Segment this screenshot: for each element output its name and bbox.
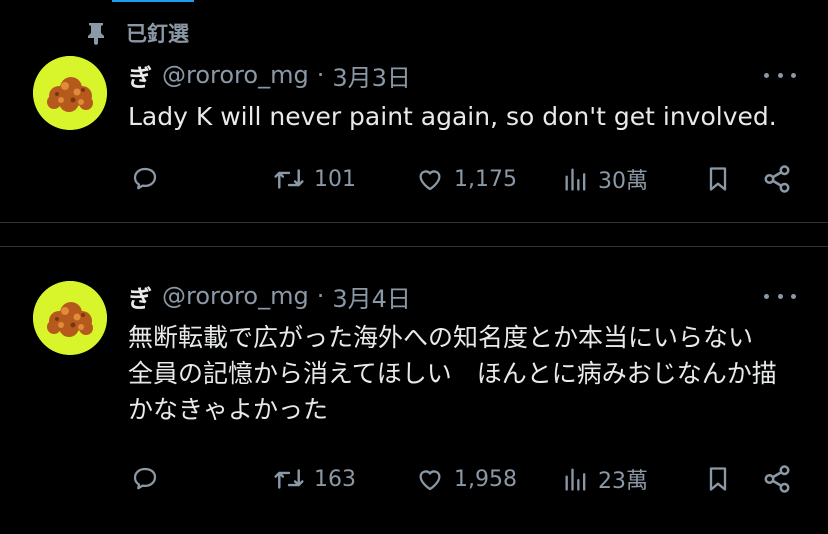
tweet[interactable]: ぎ @rororo_mg · 3月3日 Lady K will never pa… (0, 0, 828, 222)
share-button[interactable] (762, 460, 792, 498)
share-button[interactable] (762, 160, 792, 198)
reply-button[interactable] (130, 460, 160, 498)
tweet-text: Lady K will never paint again, so don't … (128, 102, 777, 131)
user-handle[interactable]: @rororo_mg (162, 61, 309, 89)
tweet-actions: 163 1,958 23萬 (0, 460, 828, 498)
bookmark-icon (704, 464, 732, 494)
more-icon[interactable] (764, 68, 796, 82)
views-icon (562, 164, 590, 194)
bookmark-button[interactable] (704, 460, 732, 498)
like-button[interactable]: 1,175 (414, 160, 517, 198)
share-icon (762, 164, 792, 194)
tweet-date[interactable]: 3月3日 (332, 58, 411, 93)
reply-icon (130, 164, 160, 194)
views-count: 30萬 (598, 169, 648, 194)
display-name[interactable]: ぎ (128, 58, 152, 93)
header-separator: · (316, 282, 325, 310)
heart-icon (414, 464, 446, 494)
tweet-actions: 101 1,175 30萬 (0, 160, 828, 198)
retweet-icon (272, 464, 306, 494)
views-button[interactable]: 23萬 (562, 460, 648, 498)
views-icon (562, 464, 590, 494)
views-count: 23萬 (598, 469, 648, 494)
tweet-header: ぎ @rororo_mg · 3月4日 (128, 279, 411, 313)
bookmark-icon (704, 164, 732, 194)
more-icon[interactable] (764, 289, 796, 303)
share-icon (762, 464, 792, 494)
retweet-count: 163 (314, 466, 356, 492)
tweet[interactable]: ぎ @rororo_mg · 3月4日 無断転載で広がった海外への知名度とか本当… (0, 247, 828, 534)
avatar[interactable] (33, 56, 107, 130)
bookmark-button[interactable] (704, 160, 732, 198)
user-handle[interactable]: @rororo_mg (162, 282, 309, 310)
views-button[interactable]: 30萬 (562, 160, 648, 198)
retweet-count: 101 (314, 166, 356, 192)
like-count: 1,958 (454, 466, 517, 492)
retweet-icon (272, 164, 306, 194)
reply-button[interactable] (130, 160, 160, 198)
reply-icon (130, 464, 160, 494)
avatar[interactable] (33, 281, 107, 355)
header-separator: · (316, 61, 325, 89)
tweet-divider (0, 222, 828, 223)
tweet-header: ぎ @rororo_mg · 3月3日 (128, 58, 411, 92)
display-name[interactable]: ぎ (128, 279, 152, 314)
like-button[interactable]: 1,958 (414, 460, 517, 498)
tweet-date[interactable]: 3月4日 (332, 279, 411, 314)
heart-icon (414, 164, 446, 194)
retweet-button[interactable]: 101 (272, 160, 356, 198)
retweet-button[interactable]: 163 (272, 460, 356, 498)
like-count: 1,175 (454, 166, 517, 192)
tweet-text: 無断転載で広がった海外への知名度とか本当にいらない 全員の記憶から消えてほしい … (128, 323, 779, 424)
